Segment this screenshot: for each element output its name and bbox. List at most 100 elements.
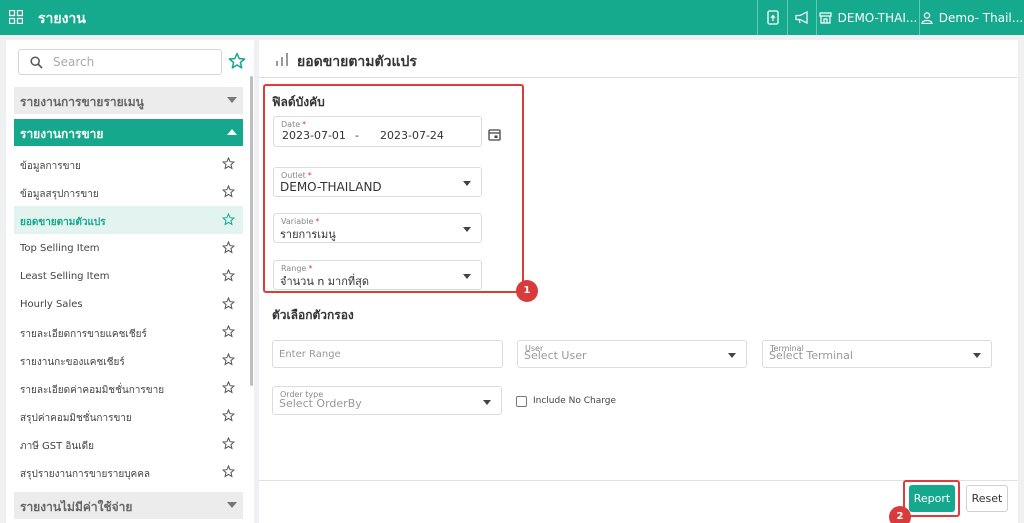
star-icon[interactable] [222, 465, 235, 478]
outlet-select[interactable]: Outlet * DEMO-THAILAND [273, 167, 482, 197]
dropdown-caret-icon [973, 353, 981, 358]
star-icon[interactable] [222, 297, 235, 310]
required-marker: * [307, 171, 312, 180]
star-icon[interactable] [222, 241, 235, 254]
dropdown-caret-icon [483, 400, 491, 405]
page-header: ยอดขายตามตัวแปร [259, 40, 1018, 78]
sidebar-item-label: ภาษี GST อินเดีย [20, 441, 94, 452]
sidebar-item-sales-summary[interactable]: ข้อมูลสรุปการขาย [14, 178, 243, 206]
outlet-switcher[interactable]: DEMO-THAI... [816, 0, 919, 35]
user-placeholder: Select User [524, 349, 587, 362]
variable-value: รายการเมนู [280, 228, 336, 241]
group-label: รายงานการขาย [20, 127, 104, 141]
sidebar-item-label: รายละเอียดค่าคอมมิชชั่นการขาย [20, 385, 165, 396]
step-1-callout: 1 [516, 280, 538, 302]
sidebar-item-sales-by-variable[interactable]: ยอดขายตามตัวแปร [14, 206, 243, 234]
main-panel: ยอดขายตามตัวแปร ฟิลด์บังคับ Date * 2023-0… [259, 40, 1018, 523]
sidebar-item-label: Top Selling Item [20, 243, 100, 254]
order-type-select[interactable]: Order type Select OrderBy [272, 386, 502, 415]
sidebar-item-commission-detail[interactable]: รายละเอียดค่าคอมมิชชั่นการขาย [14, 374, 243, 402]
device-button[interactable] [757, 0, 787, 35]
star-icon[interactable] [222, 157, 235, 170]
sidebar-item-label: ยอดขายตามตัวแปร [20, 217, 106, 228]
dropdown-caret-icon [463, 274, 471, 279]
terminal-placeholder: Select Terminal [769, 349, 853, 362]
date-start[interactable]: 2023-07-01 [282, 129, 346, 142]
outlet-value: DEMO-THAILAND [280, 180, 382, 194]
sidebar-menu-list: ข้อมูลการขาย ข้อมูลสรุปการขาย ยอดขายตามต… [14, 150, 243, 486]
bar-chart-icon [276, 53, 288, 66]
group-menu-sales-report[interactable]: รายงานการขายรายเมนู [14, 87, 243, 114]
star-icon[interactable] [222, 409, 235, 422]
sidebar-item-label: รายงานกะของแคชเชียร์ [20, 357, 125, 368]
sidebar-item-sales-data[interactable]: ข้อมูลการขาย [14, 150, 243, 178]
step-2-callout: 2 [889, 506, 911, 523]
terminal-select[interactable]: Terminal Select Terminal [762, 340, 992, 368]
sidebar-item-label: Hourly Sales [20, 299, 83, 310]
sidebar-item-top-selling[interactable]: Top Selling Item [14, 234, 243, 262]
sidebar-item-label: รายละเอียดการขายแคชเชียร์ [20, 329, 147, 340]
search-input[interactable] [53, 53, 213, 71]
chevron-down-icon [227, 97, 237, 103]
sidebar-item-label: สรุปค่าคอมมิชชั่นการขาย [20, 413, 132, 424]
date-label: Date [281, 120, 301, 129]
sidebar-item-label: สรุปรายงานการขายรายบุคคล [20, 469, 151, 480]
sidebar-item-label: ข้อมูลการขาย [20, 161, 81, 172]
apps-grid-icon[interactable] [9, 10, 23, 24]
include-no-charge-label: Include No Charge [533, 396, 617, 406]
top-bar: รายงาน DEMO-THAI... Demo- Thail... [0, 0, 1024, 35]
star-icon[interactable] [222, 381, 235, 394]
megaphone-icon [794, 11, 808, 24]
star-icon[interactable] [222, 353, 235, 366]
enter-range-placeholder: Enter Range [279, 349, 341, 360]
sidebar-item-commission-summary[interactable]: สรุปค่าคอมมิชชั่นการขาย [14, 402, 243, 430]
star-icon[interactable] [222, 437, 235, 450]
sidebar-item-cashier-shift[interactable]: รายงานกะของแคชเชียร์ [14, 346, 243, 374]
group-label: รายงานไม่มีค่าใช้จ่าย [20, 500, 133, 514]
user-icon [921, 11, 933, 24]
sidebar: รายงานการขายรายเมนู รายงานการขาย ข้อมูลก… [6, 40, 254, 523]
user-menu[interactable]: Demo- Thail... [919, 0, 1024, 35]
required-section-title: ฟิลด์บังคับ [272, 95, 325, 109]
outlet-label: Outlet [281, 171, 306, 180]
chevron-down-icon [227, 502, 237, 508]
date-range-field[interactable]: Date * 2023-07-01 - 2023-07-24 [273, 116, 482, 147]
search-icon [30, 56, 43, 69]
sidebar-item-individual-sales-summary[interactable]: สรุปรายงานการขายรายบุคคล [14, 458, 243, 486]
reset-button[interactable]: Reset [966, 485, 1008, 512]
variable-select[interactable]: Variable * รายการเมนู [273, 213, 482, 243]
group-label: รายงานการขายรายเมนู [20, 95, 144, 109]
page-title: ยอดขายตามตัวแปร [297, 54, 417, 70]
store-icon [819, 11, 832, 24]
range-value: จำนวน n มากที่สุด [280, 275, 369, 288]
chevron-up-icon [227, 129, 237, 135]
report-button[interactable]: Report [909, 485, 955, 512]
sidebar-item-gst-india[interactable]: ภาษี GST อินเดีย [14, 430, 243, 458]
enter-range-input[interactable]: Enter Range [272, 340, 503, 368]
user-select[interactable]: User Select User [517, 340, 747, 368]
sidebar-item-hourly-sales[interactable]: Hourly Sales [14, 290, 243, 318]
sidebar-item-cashier-sales-detail[interactable]: รายละเอียดการขายแคชเชียร์ [14, 318, 243, 346]
include-no-charge-checkbox[interactable]: Include No Charge [516, 394, 616, 408]
range-select[interactable]: Range * จำนวน n มากที่สุด [273, 260, 482, 290]
device-sync-icon [766, 10, 779, 25]
sidebar-scrollbar[interactable] [250, 76, 253, 386]
group-sales-report[interactable]: รายงานการขาย [14, 119, 243, 146]
star-icon[interactable] [222, 213, 235, 226]
favorites-star-icon[interactable] [228, 52, 246, 70]
sidebar-item-least-selling[interactable]: Least Selling Item [14, 262, 243, 290]
filter-section-title: ตัวเลือกตัวกรอง [272, 308, 354, 322]
group-no-charge-report[interactable]: รายงานไม่มีค่าใช้จ่าย [14, 492, 243, 519]
sidebar-search[interactable] [18, 49, 222, 75]
star-icon[interactable] [222, 185, 235, 198]
calendar-icon[interactable] [488, 128, 501, 141]
dropdown-caret-icon [463, 227, 471, 232]
sidebar-item-label: ข้อมูลสรุปการขาย [20, 189, 99, 200]
checkbox-box[interactable] [516, 395, 527, 407]
star-icon[interactable] [222, 269, 235, 282]
date-end[interactable]: 2023-07-24 [380, 129, 444, 142]
sidebar-item-label: Least Selling Item [20, 271, 110, 282]
date-separator: - [355, 129, 359, 142]
star-icon[interactable] [222, 325, 235, 338]
announcement-button[interactable] [787, 0, 816, 35]
